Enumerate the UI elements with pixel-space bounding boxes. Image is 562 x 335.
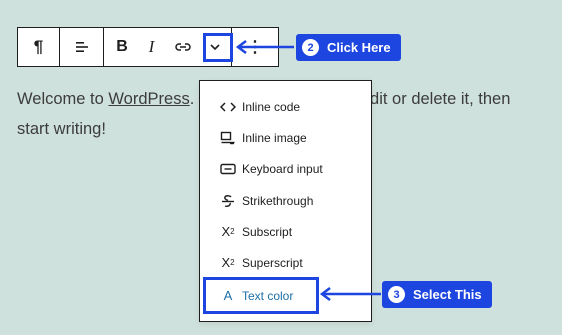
link-icon [174, 43, 191, 51]
menu-item-label: Subscript [242, 224, 293, 239]
arrow-left-icon [235, 40, 294, 54]
menu-item-label: Keyboard input [242, 161, 323, 176]
callout-step-number: 3 [388, 286, 405, 303]
text-color-highlight-box [203, 277, 319, 314]
wordpress-link[interactable]: WordPress [108, 90, 189, 108]
align-left-icon [75, 42, 88, 52]
menu-item-superscript[interactable]: X2 Superscript [200, 247, 371, 278]
menu-item-keyboard-input[interactable]: Keyboard input [200, 153, 371, 184]
subscript-digit: 2 [230, 227, 235, 236]
callout-select-this: 3 Select This [382, 281, 492, 308]
toolbar-group-align [60, 28, 104, 66]
chevron-highlight-box [203, 33, 233, 62]
code-icon [216, 101, 240, 113]
paragraph-button[interactable]: ¶ [18, 28, 59, 66]
menu-item-inline-code[interactable]: Inline code [200, 91, 371, 122]
menu-item-label: Inline code [242, 99, 301, 114]
subscript-glyph: X [221, 224, 231, 239]
italic-button[interactable]: I [136, 28, 167, 66]
callout-click-here: 2 Click Here [296, 34, 401, 61]
link-button[interactable] [167, 28, 198, 66]
align-button[interactable] [60, 28, 103, 66]
superscript-icon: X2 [216, 255, 240, 270]
subscript-icon: X2 [216, 224, 240, 239]
paragraph-text-start: Welcome to [17, 90, 109, 108]
superscript-glyph: X [221, 255, 231, 270]
menu-item-subscript[interactable]: X2 Subscript [200, 216, 371, 247]
strikethrough-icon [216, 194, 240, 208]
callout-label: Select This [413, 287, 482, 302]
arrow-left-icon [319, 287, 381, 301]
callout-label: Click Here [327, 40, 391, 55]
callout-step-number: 2 [302, 39, 319, 56]
superscript-digit: 2 [230, 258, 235, 267]
bold-button[interactable]: B [104, 28, 136, 66]
toolbar-group-block: ¶ [18, 28, 60, 66]
menu-item-label: Superscript [242, 255, 303, 270]
menu-item-strikethrough[interactable]: Strikethrough [200, 185, 371, 216]
menu-item-label: Strikethrough [242, 193, 314, 208]
image-icon [216, 131, 240, 145]
menu-item-inline-image[interactable]: Inline image [200, 122, 371, 153]
menu-item-label: Inline image [242, 130, 307, 145]
keyboard-icon [216, 163, 240, 175]
